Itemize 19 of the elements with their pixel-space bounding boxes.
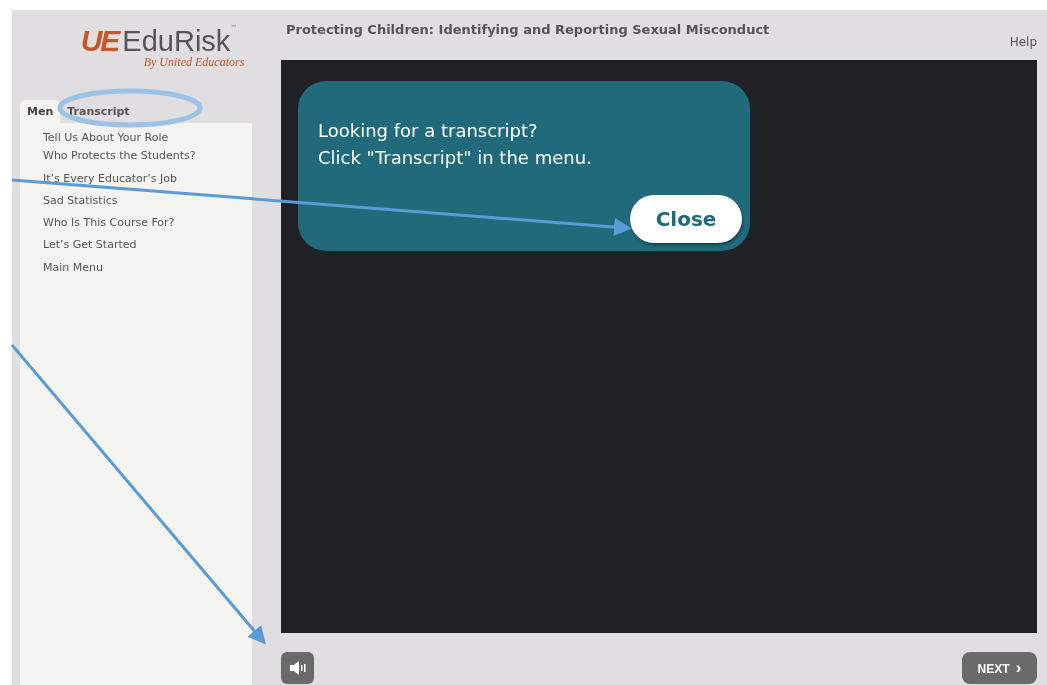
speaker-icon [288, 660, 307, 676]
logo-name: EduRisk [122, 24, 231, 57]
audio-button[interactable] [281, 652, 314, 684]
help-link[interactable]: Help [1009, 35, 1037, 60]
menu-item[interactable]: Who Is This Course For? [43, 216, 252, 239]
menu-item[interactable]: Tell Us About Your Role [43, 131, 252, 150]
tab[interactable]: Transcript [60, 100, 137, 123]
close-button[interactable]: Close [630, 195, 742, 243]
menu-item[interactable]: Let’s Get Started [43, 238, 252, 261]
menu-item[interactable]: Who Protects the Students? [43, 149, 252, 172]
popup-message: Looking for a transcript? Click "Transcript" in the menu. [318, 120, 592, 168]
course-title: Protecting Children: Identifying and Reporting Sexual Misconduct [286, 22, 770, 39]
logo-mark: UE [80, 24, 119, 58]
logo-tagline: By United Educators [143, 55, 245, 70]
menu-item[interactable]: Sad Statistics [43, 193, 252, 217]
tab[interactable]: Men [20, 100, 61, 123]
menu-item[interactable]: It’s Every Educator’s Job [43, 171, 252, 194]
menu-item[interactable]: Main Menu [43, 260, 252, 284]
next-button[interactable]: NEXT › [962, 652, 1037, 684]
